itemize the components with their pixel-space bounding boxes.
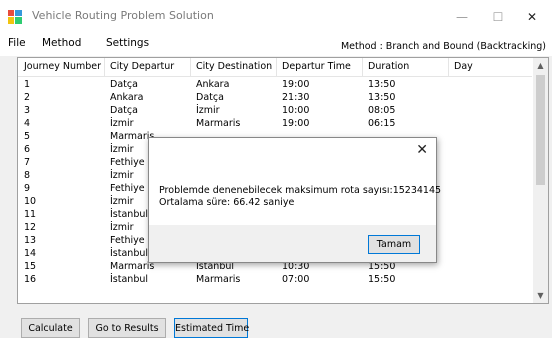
table-cell: 10:00 [282, 105, 310, 116]
table-cell: 3 [24, 105, 31, 116]
message-dialog: ✕ Problemde denenebilecek maksimum rota … [148, 137, 441, 263]
table-cell: İstanbul [110, 209, 149, 220]
table-cell: 1 [24, 79, 31, 90]
table-header: Journey Number City Departur City Destin… [18, 58, 532, 77]
table-cell: Fethiye [110, 235, 145, 246]
table-cell: Ankara [110, 92, 144, 103]
table-cell: 5 [24, 131, 31, 142]
menu-settings[interactable]: Settings [106, 37, 149, 49]
table-cell: Ankara [196, 79, 230, 90]
menu-method[interactable]: Method [42, 37, 81, 49]
scroll-thumb[interactable] [536, 75, 545, 185]
minimize-button[interactable]: — [448, 6, 476, 28]
table-row[interactable]: 1 Datça Ankara 19:00 13:50 [18, 78, 532, 91]
table-cell: 15:50 [368, 274, 396, 285]
table-cell: 07:00 [282, 274, 310, 285]
dialog-message-line-1: Problemde denenebilecek maksimum rota sa… [159, 185, 442, 196]
table-cell: Fethiye [110, 157, 145, 168]
table-cell: Datça [110, 105, 138, 116]
app-icon [8, 10, 22, 24]
table-cell: 06:15 [368, 118, 396, 129]
table-cell: 10 [24, 196, 37, 207]
table-cell: İzmir [110, 118, 134, 129]
calculate-button[interactable]: Calculate [21, 318, 80, 338]
vertical-scrollbar[interactable]: ▲ ▼ [533, 58, 548, 303]
dialog-message-line-2: Ortalama süre: 66.42 saniye [159, 197, 295, 208]
table-cell: 13:50 [368, 92, 396, 103]
table-cell: 8 [24, 170, 31, 181]
dialog-close-icon[interactable]: ✕ [416, 142, 428, 158]
table-cell: Datça [110, 79, 138, 90]
table-cell: İzmir [110, 196, 134, 207]
window-title: Vehicle Routing Problem Solution [32, 9, 214, 22]
maximize-button[interactable]: ☐ [484, 6, 512, 28]
table-row[interactable]: 3 Datça İzmir 10:00 08:05 [18, 104, 532, 117]
table-cell: 21:30 [282, 92, 310, 103]
table-cell: 4 [24, 118, 31, 129]
table-cell: Datça [196, 92, 224, 103]
method-label: Method : Branch and Bound (Backtracking) [340, 41, 546, 52]
col-duration[interactable]: Duration [368, 61, 409, 72]
col-journey-number[interactable]: Journey Number [24, 61, 101, 72]
col-day[interactable]: Day [454, 61, 473, 72]
table-cell: 11 [24, 209, 37, 220]
table-cell: İzmir [110, 170, 134, 181]
table-cell: İzmir [110, 222, 134, 233]
col-city-destination[interactable]: City Destination [196, 61, 272, 72]
table-cell: 6 [24, 144, 31, 155]
table-cell: İzmir [110, 144, 134, 155]
go-to-results-button[interactable]: Go to Results [88, 318, 166, 338]
table-cell: Marmaris [196, 274, 241, 285]
dialog-footer: Tamam [149, 225, 436, 262]
table-cell: 9 [24, 183, 31, 194]
table-cell: 08:05 [368, 105, 396, 116]
table-cell: Marmaris [196, 118, 241, 129]
app-window: Vehicle Routing Problem Solution — ☐ ✕ F… [0, 0, 552, 338]
table-cell: 15 [24, 261, 37, 272]
table-row[interactable]: 16 İstanbul Marmaris 07:00 15:50 [18, 273, 532, 286]
table-cell: 19:00 [282, 118, 310, 129]
table-cell: İstanbul [110, 248, 149, 259]
table-row[interactable]: 2 Ankara Datça 21:30 13:50 [18, 91, 532, 104]
table-cell: 14 [24, 248, 37, 259]
table-cell: 13:50 [368, 79, 396, 90]
table-cell: 12 [24, 222, 37, 233]
table-cell: 16 [24, 274, 37, 285]
table-cell: 7 [24, 157, 31, 168]
table-cell: 2 [24, 92, 31, 103]
scroll-up-icon[interactable]: ▲ [533, 58, 548, 73]
table-cell: İzmir [196, 105, 220, 116]
table-cell: 13 [24, 235, 37, 246]
table-cell: 19:00 [282, 79, 310, 90]
scroll-down-icon[interactable]: ▼ [533, 288, 548, 303]
table-cell: Fethiye [110, 183, 145, 194]
ok-button[interactable]: Tamam [368, 235, 420, 254]
col-city-departur[interactable]: City Departur [110, 61, 174, 72]
estimated-time-button[interactable]: Estimated Time [174, 318, 249, 338]
table-row[interactable]: 4 İzmir Marmaris 19:00 06:15 [18, 117, 532, 130]
menu-bar: File Method Settings Method : Branch and… [0, 34, 552, 56]
close-button[interactable]: ✕ [518, 6, 546, 28]
dialog-message: Problemde denenebilecek maksimum rota sa… [159, 185, 441, 209]
col-departur-time[interactable]: Departur Time [282, 61, 351, 72]
menu-file[interactable]: File [8, 37, 26, 49]
title-bar: Vehicle Routing Problem Solution — ☐ ✕ [0, 0, 552, 34]
table-cell: İstanbul [110, 274, 149, 285]
